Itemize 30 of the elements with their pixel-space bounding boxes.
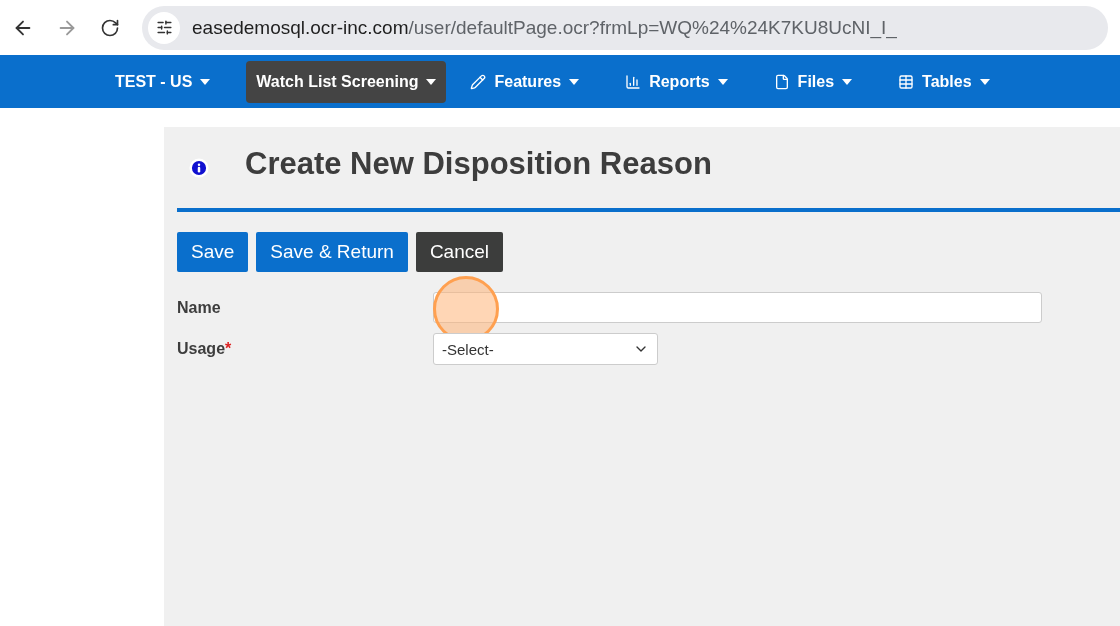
file-icon <box>773 73 790 90</box>
caret-icon <box>426 78 437 85</box>
pencil-icon <box>470 73 487 90</box>
field-label: Name <box>177 298 222 317</box>
usage-select[interactable]: -Select- <box>433 333 658 365</box>
caret-icon <box>842 78 853 85</box>
caret-icon <box>979 78 990 85</box>
page-title: Create New Disposition Reason <box>245 145 712 182</box>
address-bar[interactable]: easedemosql.ocr-inc.com/user/defaultPage.ocr?frmLp=WQ%24%24K7KU8UcNI_I_ <box>142 5 1108 50</box>
nav-menu-item[interactable]: Files <box>763 60 863 103</box>
site-settings-icon[interactable] <box>148 11 180 44</box>
action-button[interactable]: Cancel <box>415 232 504 272</box>
action-button[interactable]: Save <box>177 232 249 272</box>
url-path: /user/defaultPage.ocr?frmLp=WQ%24%24K7KU8UcNI_I_ <box>408 16 897 38</box>
caret-icon <box>200 78 211 85</box>
url-host: easedemosql.ocr-inc.com <box>192 16 409 38</box>
caret-icon <box>569 78 580 85</box>
info-icon <box>189 157 209 178</box>
table-icon <box>898 73 915 90</box>
action-button[interactable]: Save & Return <box>256 232 408 272</box>
nav-menu-item[interactable]: Features <box>460 60 590 103</box>
bar-chart-icon <box>625 73 642 90</box>
reload-icon[interactable] <box>100 17 120 38</box>
nav-menu-item[interactable]: TEST - US <box>105 60 221 103</box>
nav-menu-item[interactable]: Watch List Screening <box>246 60 447 103</box>
field-label: Usage* <box>177 340 233 358</box>
caret-icon <box>717 78 728 85</box>
nav-menu-item[interactable]: Tables <box>888 60 1000 103</box>
nav-menu-item[interactable]: Reports <box>615 60 738 103</box>
name-field[interactable] <box>433 292 1042 323</box>
